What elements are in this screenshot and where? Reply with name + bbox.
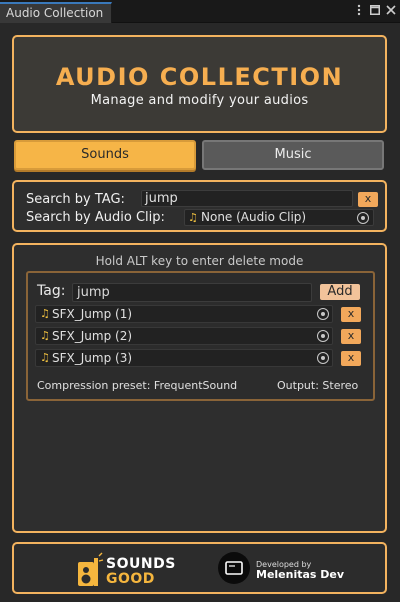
melenitas-logo-icon xyxy=(218,552,250,584)
audio-clip-name: SFX_Jump (1) xyxy=(52,307,133,321)
page-subtitle: Manage and modify your audios xyxy=(90,93,309,108)
sounds-good-line1: SOUNDS xyxy=(106,556,176,572)
window-tab[interactable]: Audio Collection xyxy=(0,2,112,23)
audio-clip-field[interactable]: ♫ SFX_Jump (1) xyxy=(35,305,333,323)
search-panel: Search by TAG: jump x Search by Audio Cl… xyxy=(12,180,387,232)
object-picker-icon[interactable] xyxy=(357,212,369,224)
compression-label: Compression preset: xyxy=(37,379,151,392)
logos-panel: SOUNDS GOOD Developed by Melenitas Dev xyxy=(12,542,387,594)
sounds-good-line2: GOOD xyxy=(106,571,155,587)
compression-value: FrequentSound xyxy=(153,379,238,392)
delete-mode-hint: Hold ALT key to enter delete mode xyxy=(95,254,304,268)
close-icon[interactable] xyxy=(386,4,396,16)
output-setting[interactable]: Output: Stereo xyxy=(277,379,358,392)
maximize-icon[interactable] xyxy=(370,4,380,16)
window-tab-title: Audio Collection xyxy=(6,6,104,20)
remove-clip-button[interactable]: x xyxy=(341,351,361,366)
search-clip-value: None (Audio Clip) xyxy=(201,210,307,224)
developer-name: Melenitas Dev xyxy=(256,568,345,581)
audio-clip-field[interactable]: ♫ SFX_Jump (2) xyxy=(35,327,333,345)
search-tag-label: Search by TAG: xyxy=(26,192,125,207)
audio-clip-icon: ♫ xyxy=(40,307,50,320)
header-panel: AUDIO COLLECTION Manage and modify your … xyxy=(12,35,387,133)
audio-clip-name: SFX_Jump (3) xyxy=(52,351,133,365)
speaker-icon xyxy=(78,552,104,586)
object-picker-icon[interactable] xyxy=(317,352,329,364)
page-title: AUDIO COLLECTION xyxy=(55,63,344,91)
object-picker-icon[interactable] xyxy=(317,330,329,342)
collection-panel: Hold ALT key to enter delete mode Tag: j… xyxy=(12,243,387,533)
audio-clip-field[interactable]: ♫ SFX_Jump (3) xyxy=(35,349,333,367)
window-tab-strip: Audio Collection xyxy=(0,0,400,23)
search-clip-label: Search by Audio Clip: xyxy=(26,210,165,225)
more-options-icon[interactable] xyxy=(354,4,364,16)
output-label: Output: xyxy=(277,379,319,392)
add-button[interactable]: Add xyxy=(320,284,360,300)
remove-clip-button[interactable]: x xyxy=(341,307,361,322)
clear-search-button[interactable]: x xyxy=(358,192,378,207)
output-value: Stereo xyxy=(322,379,359,392)
search-tag-input[interactable]: jump xyxy=(141,190,353,207)
compression-preset[interactable]: Compression preset: FrequentSound xyxy=(37,379,237,392)
tag-field[interactable]: jump xyxy=(72,283,312,302)
sounds-good-logo: SOUNDS GOOD xyxy=(74,550,176,590)
object-picker-icon[interactable] xyxy=(317,308,329,320)
audio-clip-icon: ♫ xyxy=(188,211,198,224)
audio-clip-icon: ♫ xyxy=(40,329,50,342)
audio-clip-name: SFX_Jump (2) xyxy=(52,329,133,343)
tag-label: Tag: xyxy=(37,283,66,299)
search-clip-field[interactable]: ♫ None (Audio Clip) xyxy=(184,209,374,226)
audio-clip-icon: ♫ xyxy=(40,351,50,364)
tag-group: Tag: jump Add ♫ SFX_Jump (1) x ♫ SFX_Jum… xyxy=(26,271,375,401)
remove-clip-button[interactable]: x xyxy=(341,329,361,344)
window-controls xyxy=(354,4,396,16)
tab-music[interactable]: Music xyxy=(202,140,384,170)
tab-sounds[interactable]: Sounds xyxy=(14,140,196,170)
melenitas-dev-logo: Developed by Melenitas Dev xyxy=(218,551,358,587)
